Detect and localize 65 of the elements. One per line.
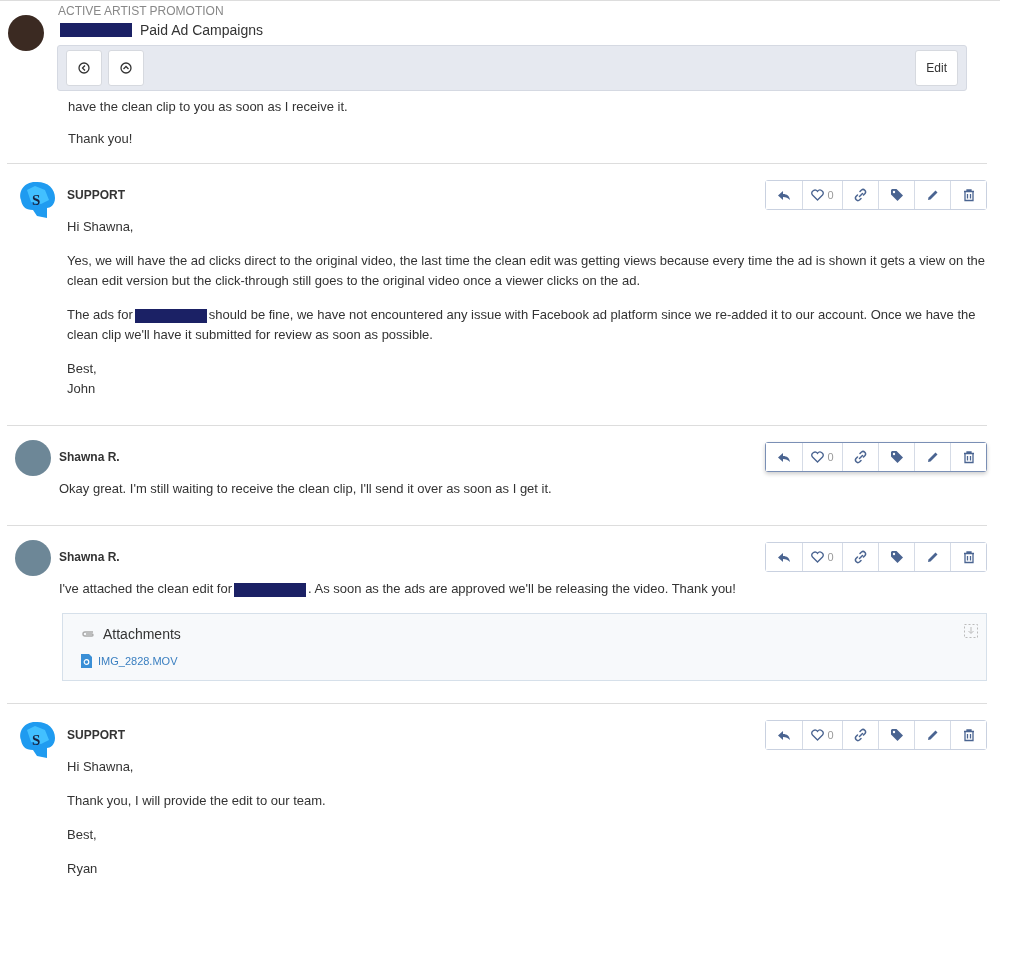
message-text: Okay great. I'm still waiting to receive the clean clip, I'll send it over as soon as I get it. (59, 480, 553, 498)
tag-icon (889, 728, 904, 742)
link-icon (853, 728, 868, 742)
message-text: have the clean clip to you as soon as I receive it. (68, 98, 349, 116)
delete-button[interactable] (950, 443, 986, 471)
like-button[interactable]: 0 (802, 443, 842, 471)
file-icon (81, 654, 92, 668)
reply-icon (777, 188, 791, 202)
heart-icon (811, 189, 825, 201)
trash-icon (961, 188, 976, 202)
link-icon (853, 450, 868, 464)
link-icon (853, 550, 868, 564)
reply-icon (777, 728, 791, 742)
message-text: I've attached the clean edit for . As soon as the ads are approved we'll be releasing the video. Thank you! (59, 580, 737, 599)
trash-icon (961, 450, 976, 464)
heart-icon (811, 729, 825, 741)
up-icon (120, 62, 132, 74)
message-text: Hi Shawna, (67, 218, 135, 236)
delete-button[interactable] (950, 543, 986, 571)
thread-title: Paid Ad Campaigns (140, 21, 263, 40)
avatar-photo (15, 540, 51, 576)
heart-icon (811, 451, 825, 463)
author-name: Shawna R. (59, 450, 120, 464)
category-label: ACTIVE ARTIST PROMOTION (58, 3, 225, 19)
paperclip-icon (81, 629, 95, 639)
message-text: Ryan (67, 860, 99, 878)
link-button[interactable] (842, 443, 878, 471)
author-name: SUPPORT (67, 728, 125, 742)
reply-icon (777, 550, 791, 564)
reply-icon (777, 450, 791, 464)
heart-icon (811, 551, 825, 563)
reply-button[interactable] (766, 443, 802, 471)
pencil-icon (925, 728, 940, 742)
message-text: Yes, we will have the ad clicks direct to the original video, the last time the clean edit was getting views because every time the ad is shown it gets a view on the clean edit version but the click-through still goes to the original video once a viewer clicks on the ad. (67, 252, 986, 290)
tag-icon (889, 188, 904, 202)
link-icon (853, 188, 868, 202)
file-link[interactable]: IMG_2828.MOV (98, 655, 178, 667)
message-text: The ads for should be fine, we have not encountered any issue with Facebook ad platform since we re-added it to our account. Once we have the clean clip we'll have it submitted for review as soon as possible. (67, 306, 977, 344)
back-icon (78, 62, 90, 74)
tag-icon (889, 550, 904, 564)
pencil-icon (925, 188, 940, 202)
pencil-icon (925, 550, 940, 564)
delete-button[interactable] (950, 721, 986, 749)
message-text: Thank you! (68, 130, 134, 148)
tag-icon (889, 450, 904, 464)
pencil-icon (925, 450, 940, 464)
edit-button[interactable] (914, 443, 950, 471)
avatar-photo (15, 440, 51, 476)
edit-button[interactable]: Edit (915, 50, 958, 86)
redaction-block (60, 23, 132, 37)
tag-button[interactable] (878, 443, 914, 471)
trash-icon (961, 550, 976, 564)
message-text: Hi Shawna, (67, 758, 135, 776)
attachments-title: Attachments (103, 626, 181, 642)
author-name: SUPPORT (67, 188, 125, 202)
trash-icon (961, 728, 976, 742)
author-name: Shawna R. (59, 550, 120, 564)
up-button[interactable] (108, 50, 144, 86)
delete-button[interactable] (950, 181, 986, 209)
message-text: Best, John (67, 360, 98, 398)
avatar-photo (8, 15, 44, 51)
back-button[interactable] (66, 50, 102, 86)
message-text: Thank you, I will provide the edit to our team. (67, 792, 327, 810)
message-text: Best, (67, 826, 98, 844)
download-all-icon (964, 624, 978, 638)
